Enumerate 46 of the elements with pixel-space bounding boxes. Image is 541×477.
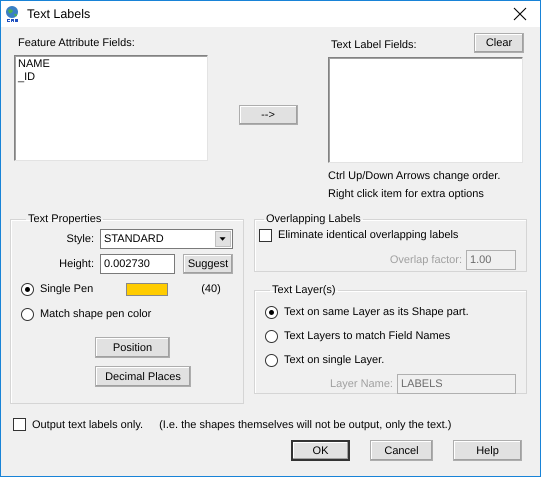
radio-button[interactable]: [21, 308, 34, 320]
dialog-button[interactable]: Help: [453, 440, 522, 461]
radio-label: Match shape pen color: [40, 308, 152, 320]
window-title: Text Labels: [27, 7, 92, 21]
list-item[interactable]: _ID: [18, 71, 204, 84]
radio-label: Text on single Layer.: [284, 354, 384, 366]
radio-label: Text Layers to match Field Names: [284, 330, 450, 342]
group-title: Text Properties: [27, 213, 102, 225]
hint-text: Right click item for extra options: [328, 188, 485, 200]
close-icon[interactable]: [512, 6, 528, 22]
radio-button[interactable]: [265, 354, 278, 366]
field-label: Overlap factor:: [390, 254, 462, 266]
height-field[interactable]: 0.002730: [100, 254, 175, 274]
field-label: Layer Name:: [330, 378, 393, 390]
radio-button[interactable]: [265, 306, 278, 318]
position-button[interactable]: Position: [95, 337, 170, 358]
radio-label: Single Pen: [40, 283, 94, 295]
clear-button[interactable]: Clear: [474, 33, 524, 53]
group-title: Overlapping Labels: [265, 213, 362, 225]
decimal-places-button[interactable]: Decimal Places: [95, 366, 191, 387]
radio-button[interactable]: [21, 282, 34, 296]
list-label: Text Label Fields:: [330, 38, 417, 51]
group-title: Text Layer(s): [271, 284, 337, 296]
caret-icon: [215, 231, 231, 247]
text-label-fields-list[interactable]: [328, 57, 523, 163]
dialog-button[interactable]: OK: [291, 440, 350, 461]
add-field-button[interactable]: -->: [238, 105, 298, 125]
radio-label: Text on same Layer as its Shape part.: [284, 306, 469, 318]
style-dropdown[interactable]: STANDARD: [100, 229, 233, 249]
suggest-button[interactable]: Suggest: [183, 254, 233, 274]
hint-text: Ctrl Up/Down Arrows change order.: [328, 170, 502, 182]
note-text: (I.e. the shapes themselves will not be output, only the text.): [159, 418, 452, 430]
globe-icon: [5, 5, 21, 23]
feature-fields-list[interactable]: NAME _ID: [14, 55, 208, 161]
radio-button[interactable]: [265, 330, 278, 342]
pen-number: (40): [201, 283, 221, 295]
checkbox[interactable]: [13, 418, 26, 431]
pen-color-swatch[interactable]: [126, 282, 168, 296]
list-item[interactable]: NAME: [18, 58, 204, 71]
dialog-button[interactable]: Cancel: [370, 440, 433, 461]
field-label: Height:: [58, 258, 94, 270]
list-label: Feature Attribute Fields:: [17, 36, 136, 51]
checkbox-label: Output text labels only.: [32, 418, 144, 430]
field-label: Style:: [65, 233, 94, 245]
checkbox-label: Eliminate identical overlapping labels: [278, 229, 458, 241]
checkbox[interactable]: [259, 228, 272, 242]
